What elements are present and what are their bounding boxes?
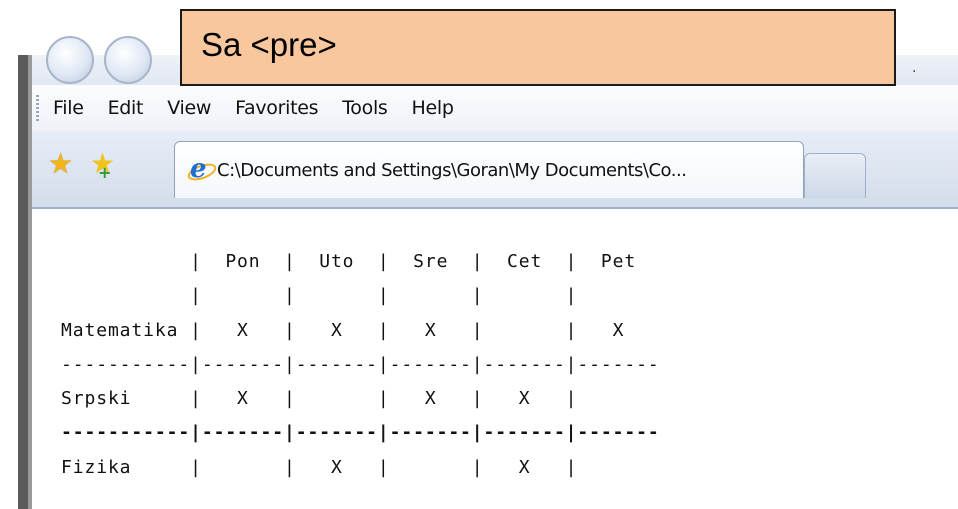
new-tab-button[interactable]: [804, 153, 866, 198]
pre-line-header: | Pon | Uto | Sre | Cet | Pet: [61, 251, 637, 272]
pre-line-separator: -----------|-------|-------|-------|----…: [61, 353, 660, 375]
tab-title: C:\Documents and Settings\Goran\My Docum…: [217, 159, 687, 181]
pre-line-matematika: Matematika | X | X | X | | X: [61, 319, 625, 341]
pre-formatted-table: | Pon | Uto | Sre | Cet | Pet | | | | | …: [61, 245, 660, 485]
menu-edit[interactable]: Edit: [108, 97, 144, 119]
menu-bar: File Edit View Favorites Tools Help: [32, 85, 958, 132]
menu-tools[interactable]: Tools: [342, 97, 388, 119]
title-bar-dot: .: [912, 60, 917, 76]
pre-line-separator-bold: -----------|-------|-------|-------|----…: [61, 422, 660, 444]
pre-line-srpski: Srpski | X | | X | X |: [61, 388, 578, 410]
internet-explorer-icon: e: [185, 154, 219, 184]
star-icon[interactable]: ★: [48, 149, 73, 179]
page-content: | Pon | Uto | Sre | Cet | Pet | | | | | …: [32, 209, 958, 509]
menu-file[interactable]: File: [53, 97, 84, 119]
forward-button-icon[interactable]: [104, 36, 152, 84]
slide-label-text: Sa <pre>: [201, 26, 337, 63]
toolbar-grip[interactable]: [36, 95, 39, 121]
menu-favorites[interactable]: Favorites: [235, 97, 318, 119]
tab-active[interactable]: e C:\Documents and Settings\Goran\My Doc…: [174, 141, 804, 198]
slide-label-box: Sa <pre>: [180, 9, 896, 86]
pre-line-fizika: Fizika | | X | | X |: [61, 456, 578, 478]
menu-help[interactable]: Help: [412, 97, 454, 119]
pre-line-spacer: | | | | |: [61, 285, 578, 307]
window-left-border: [18, 55, 32, 509]
back-button-icon[interactable]: [46, 36, 94, 84]
add-favorite-icon[interactable]: ★ +: [90, 149, 115, 183]
menu-view[interactable]: View: [167, 97, 211, 119]
tab-bar: ★ ★ + e C:\Documents and Settings\Goran\M…: [32, 131, 958, 209]
